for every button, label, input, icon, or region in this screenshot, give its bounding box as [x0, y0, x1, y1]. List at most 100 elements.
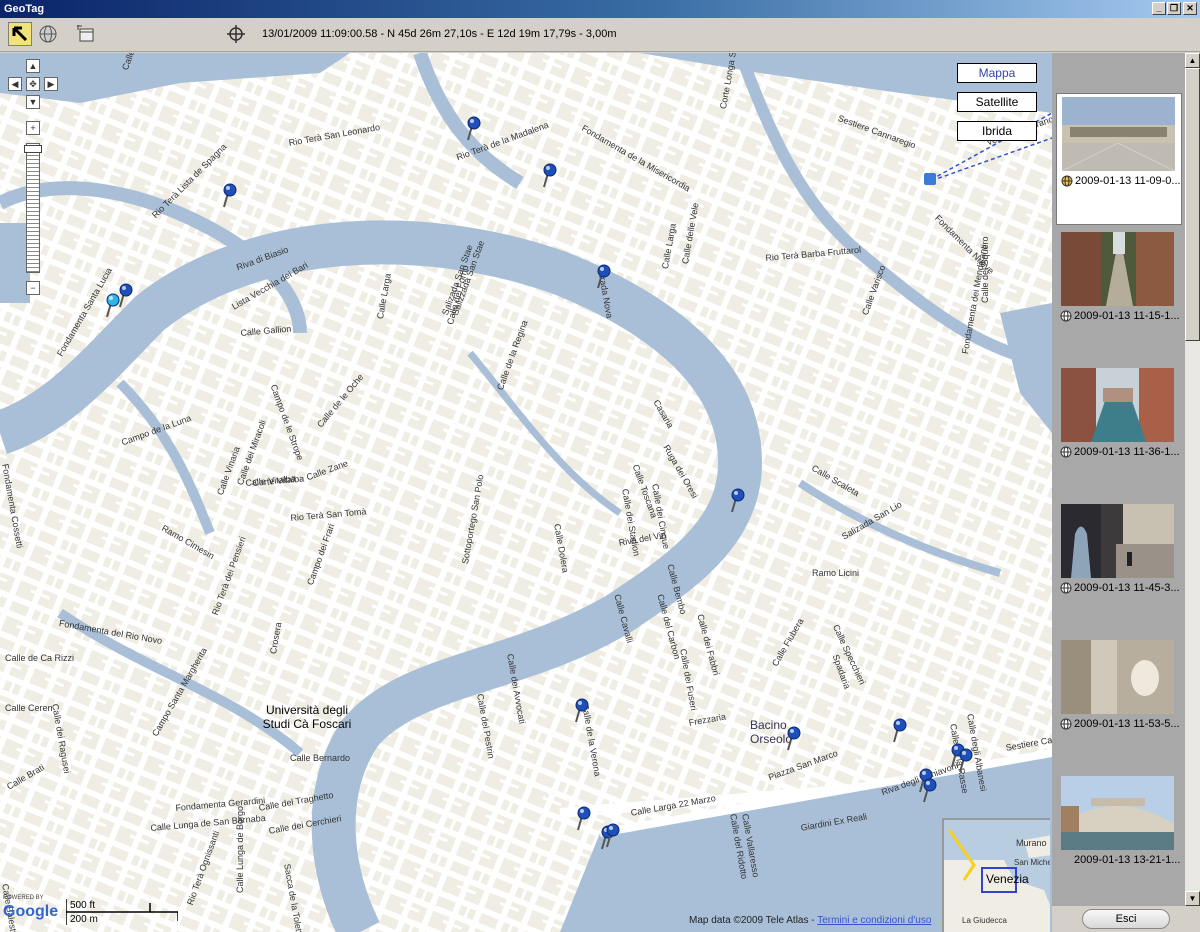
pin-icon — [893, 718, 907, 743]
scroll-up-button[interactable]: ▲ — [1185, 53, 1200, 68]
photo-thumbnail — [1062, 97, 1175, 171]
photo-caption: 2009-01-13 11-36-1... — [1074, 446, 1180, 458]
coordinates-readout: 13/01/2009 11:09:00.58 - N 45d 26m 27,10… — [262, 28, 617, 40]
pin-icon — [959, 748, 973, 773]
photo-location-pin[interactable] — [118, 283, 134, 309]
map-type-ibrida-button[interactable]: Ibrida — [957, 121, 1037, 141]
photo-location-pin[interactable] — [542, 163, 558, 189]
photo-location-pin[interactable] — [222, 183, 238, 209]
map-type-mappa-button[interactable]: Mappa — [957, 63, 1037, 83]
pin-icon — [467, 116, 481, 141]
photo-location-pin[interactable] — [892, 718, 908, 744]
map-type-satellite-button[interactable]: Satellite — [957, 92, 1037, 112]
photo-thumbnail-item[interactable]: 2009-01-13 11-09-0... — [1056, 93, 1182, 225]
pin-icon — [577, 806, 591, 831]
overview-map[interactable]: Murano San Michele Venezia La Giudecca — [942, 818, 1050, 932]
photo-location-pin[interactable] — [596, 264, 612, 290]
photo-thumbnail — [1061, 640, 1174, 714]
photo-thumbnail — [1061, 504, 1174, 578]
photo-thumbnail-item[interactable]: 2009-01-13 11-45-3... — [1056, 501, 1182, 633]
globe-icon — [39, 25, 57, 43]
frame-icon — [77, 25, 94, 42]
pin-icon — [597, 264, 611, 289]
window-button[interactable] — [74, 22, 98, 46]
attribution-text: Map data ©2009 Tele Atlas - — [689, 915, 818, 926]
zoom-in-button[interactable]: + — [26, 121, 40, 135]
bottom-bar: Esci — [1052, 906, 1200, 932]
photo-thumbnail — [1061, 776, 1174, 850]
exit-button[interactable]: Esci — [1082, 909, 1170, 929]
pin-icon — [923, 778, 937, 803]
toolbar: 13/01/2009 11:09:00.58 - N 45d 26m 27,10… — [0, 18, 1200, 52]
scale-bar: 500 ft 200 m — [66, 899, 178, 927]
close-button[interactable]: ✕ — [1183, 2, 1197, 15]
window-title: GeoTag — [4, 3, 45, 15]
photo-thumbnail-item[interactable]: 2009-01-13 11-36-1... — [1056, 365, 1182, 497]
photo-caption-row: 2009-01-13 11-36-1... — [1060, 446, 1180, 458]
map-view[interactable]: Calle CendonRio Terà de la MadalenaRio T… — [0, 53, 1052, 932]
photo-caption-row: 2009-01-13 11-45-3... — [1060, 582, 1180, 594]
pan-right-button[interactable]: ▶ — [44, 77, 58, 91]
globe-icon — [1060, 582, 1072, 594]
scroll-down-button[interactable]: ▼ — [1185, 891, 1200, 906]
pan-up-button[interactable]: ▲ — [26, 59, 40, 73]
google-logo-text: Google — [3, 903, 59, 920]
title-bar: GeoTag _ ❐ ✕ — [0, 0, 1200, 18]
pan-down-button[interactable]: ▼ — [26, 95, 40, 109]
crosshair-icon — [227, 25, 245, 43]
pin-icon — [223, 183, 237, 208]
crosshair-button[interactable] — [224, 22, 248, 46]
zoom-slider-thumb[interactable] — [24, 145, 42, 153]
scroll-thumb[interactable] — [1185, 68, 1200, 341]
minimize-button[interactable]: _ — [1152, 2, 1166, 15]
photo-caption-row: 2009-01-13 11-53-5... — [1060, 718, 1180, 730]
pin-icon — [731, 488, 745, 513]
photo-caption: 2009-01-13 13-21-1... — [1074, 854, 1181, 866]
scale-ft: 500 ft — [70, 900, 96, 911]
photo-caption-row: 2009-01-13 11-15-1... — [1060, 310, 1180, 322]
photo-thumbnail-item[interactable]: 2009-01-13 13-21-1... — [1056, 773, 1182, 905]
photo-caption: 2009-01-13 11-15-1... — [1074, 310, 1180, 322]
photo-location-pin[interactable] — [786, 726, 802, 752]
pan-center-button[interactable]: ✥ — [26, 77, 40, 91]
photo-caption: 2009-01-13 11-45-3... — [1074, 582, 1180, 594]
pan-left-button[interactable]: ◀ — [8, 77, 22, 91]
arrow-icon — [12, 26, 28, 42]
scale-m: 200 m — [70, 914, 98, 925]
photo-thumbnail — [1061, 232, 1174, 306]
photo-caption-row: 2009-01-13 13-21-1... — [1060, 854, 1180, 866]
globe-button[interactable] — [36, 22, 60, 46]
photo-strip-scrollbar[interactable]: ▲ ▼ — [1185, 53, 1200, 906]
globe-icon — [1060, 310, 1072, 322]
photo-location-pin[interactable] — [958, 748, 974, 774]
photo-caption: 2009-01-13 11-53-5... — [1074, 718, 1180, 730]
zoom-out-button[interactable]: − — [26, 281, 40, 295]
map-label: Calle Ceren — [5, 703, 53, 713]
globe-icon — [1060, 446, 1072, 458]
photo-thumbnail-item[interactable]: 2009-01-13 11-15-1... — [1056, 229, 1182, 361]
photo-thumbnail — [1061, 368, 1174, 442]
photo-strip: 2009-01-13 11-09-0... 2009-01-13 11-15-1.… — [1052, 53, 1185, 906]
overview-venezia: Venezia — [986, 872, 1029, 886]
photo-thumbnail-item[interactable]: 2009-01-13 11-53-5... — [1056, 637, 1182, 769]
photo-location-pin[interactable] — [605, 823, 621, 849]
map-label: Calle de Ca Rizzi — [5, 653, 75, 663]
photo-caption-row: 2009-01-13 11-09-0... — [1061, 175, 1181, 187]
map-base — [0, 53, 1052, 932]
photo-location-pin[interactable] — [576, 806, 592, 832]
photo-location-pin[interactable] — [922, 778, 938, 804]
zoom-slider-track[interactable] — [26, 143, 40, 273]
photo-location-pin[interactable] — [466, 116, 482, 142]
terms-link[interactable]: Termini e condizioni d'uso — [817, 915, 931, 926]
globe-icon — [1061, 175, 1073, 187]
photo-location-pin[interactable] — [574, 698, 590, 724]
select-arrow-button[interactable] — [8, 22, 32, 46]
google-logo: POWERED BY Google — [3, 895, 59, 921]
photo-location-pin[interactable] — [730, 488, 746, 514]
map-label: Calle Lunga de Borgo — [235, 805, 245, 893]
powered-by-text: POWERED BY — [3, 895, 44, 901]
pin-icon — [606, 823, 620, 848]
map-label: Calle Bernardo — [290, 753, 351, 763]
restore-button[interactable]: ❐ — [1167, 2, 1181, 15]
map-label: Ramo Licini — [812, 568, 860, 578]
